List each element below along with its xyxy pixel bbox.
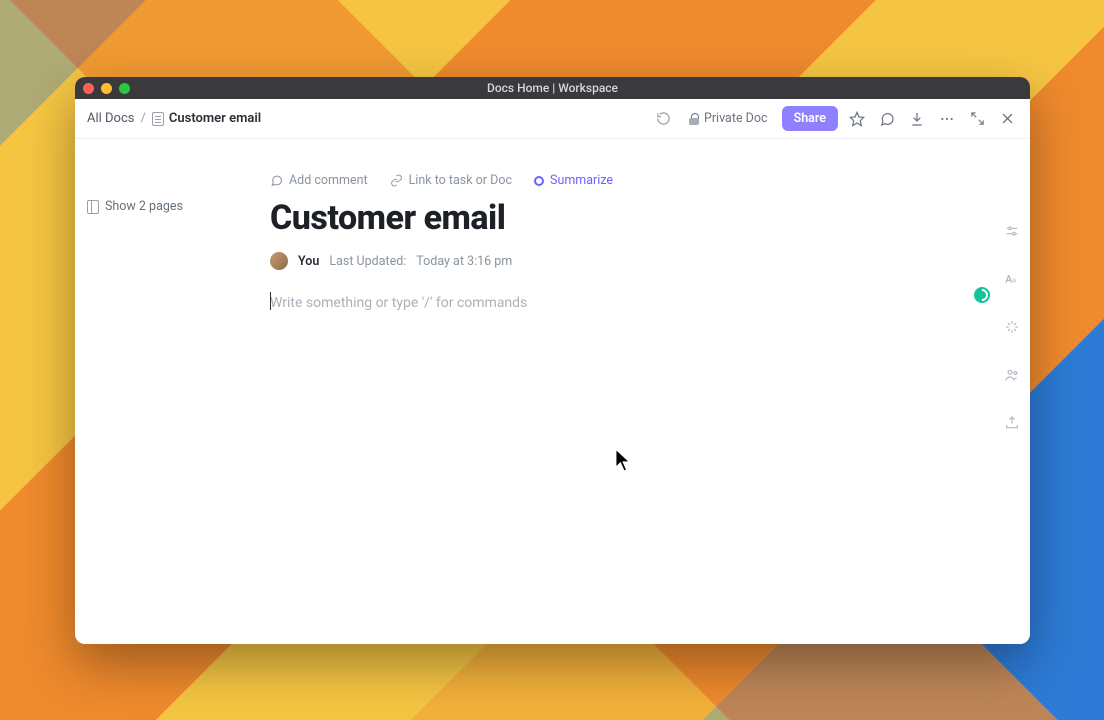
collapse-icon[interactable] xyxy=(966,108,988,130)
document: Add comment Link to task or Doc Summariz… xyxy=(270,173,970,592)
breadcrumb-root-link[interactable]: All Docs xyxy=(87,111,135,126)
doc-icon xyxy=(152,112,164,126)
typography-icon[interactable]: Aa xyxy=(1002,269,1022,289)
summarize-label: Summarize xyxy=(550,173,613,188)
last-updated-value: Today at 3:16 pm xyxy=(416,254,512,269)
add-comment-action[interactable]: Add comment xyxy=(270,173,368,188)
right-rail: Aa xyxy=(1002,221,1022,433)
link-task-action[interactable]: Link to task or Doc xyxy=(390,173,512,188)
doc-meta-row: You Last Updated: Today at 3:16 pm xyxy=(270,252,970,270)
grammarly-badge-icon[interactable] xyxy=(974,287,990,303)
export-icon[interactable] xyxy=(1002,413,1022,433)
pages-panel-icon xyxy=(87,200,99,214)
breadcrumb-current[interactable]: Customer email xyxy=(152,111,261,126)
window-minimize-button[interactable] xyxy=(101,83,112,94)
history-icon[interactable] xyxy=(653,108,675,130)
more-menu-icon[interactable] xyxy=(936,108,958,130)
text-caret xyxy=(270,292,271,310)
last-updated-prefix: Last Updated: xyxy=(329,254,406,269)
comment-bubble-icon[interactable] xyxy=(876,108,898,130)
star-icon[interactable] xyxy=(846,108,868,130)
privacy-pill[interactable]: Private Doc xyxy=(683,108,774,129)
breadcrumb: All Docs / Customer email xyxy=(87,111,261,126)
lock-icon xyxy=(689,113,699,125)
window-zoom-button[interactable] xyxy=(119,83,130,94)
author-avatar[interactable] xyxy=(270,252,288,270)
show-pages-toggle[interactable]: Show 2 pages xyxy=(87,199,183,214)
window-close-button[interactable] xyxy=(83,83,94,94)
breadcrumb-separator: / xyxy=(141,111,146,126)
svg-text:A: A xyxy=(1005,274,1012,285)
breadcrumb-current-label: Customer email xyxy=(169,111,261,126)
content-area: Show 2 pages Add comment Link to task or… xyxy=(75,139,1030,644)
download-arrow-icon[interactable] xyxy=(906,108,928,130)
toolbar: All Docs / Customer email Private Doc Sh… xyxy=(75,99,1030,139)
app-window: Docs Home | Workspace All Docs / Custome… xyxy=(75,77,1030,644)
doc-editor[interactable]: Write something or type '/' for commands xyxy=(270,292,970,592)
people-icon[interactable] xyxy=(1002,365,1022,385)
titlebar: Docs Home | Workspace xyxy=(75,77,1030,99)
close-icon[interactable] xyxy=(996,108,1018,130)
editor-placeholder: Write something or type '/' for commands xyxy=(270,295,527,311)
add-comment-label: Add comment xyxy=(289,173,368,188)
doc-action-row: Add comment Link to task or Doc Summariz… xyxy=(270,173,970,188)
summarize-icon xyxy=(534,176,544,186)
link-icon xyxy=(390,174,403,187)
privacy-label: Private Doc xyxy=(704,111,768,126)
author-label: You xyxy=(298,254,319,269)
window-title: Docs Home | Workspace xyxy=(75,81,1030,95)
link-task-label: Link to task or Doc xyxy=(409,173,512,188)
ai-sparkle-icon[interactable] xyxy=(1002,317,1022,337)
share-button[interactable]: Share xyxy=(782,106,838,131)
settings-sliders-icon[interactable] xyxy=(1002,221,1022,241)
svg-text:a: a xyxy=(1012,275,1016,284)
show-pages-label: Show 2 pages xyxy=(105,199,183,214)
summarize-action[interactable]: Summarize xyxy=(534,173,613,188)
window-traffic-lights xyxy=(83,83,130,94)
comment-icon xyxy=(270,174,283,187)
doc-title[interactable]: Customer email xyxy=(270,198,970,238)
